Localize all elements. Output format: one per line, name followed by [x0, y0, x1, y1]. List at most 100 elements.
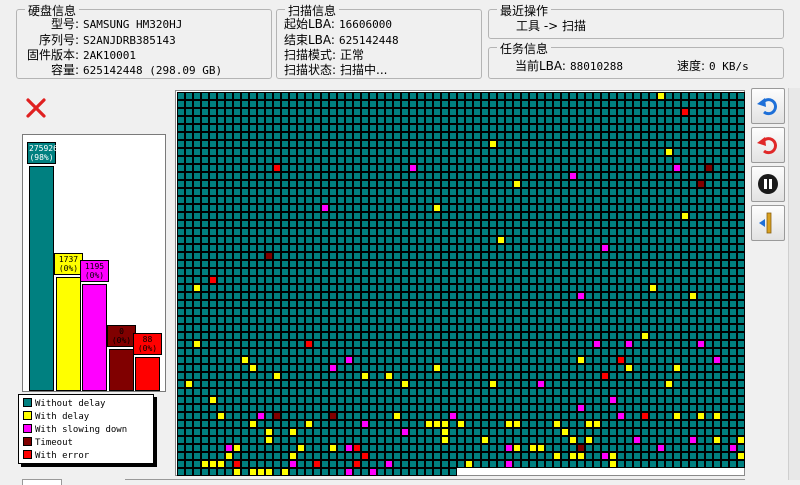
- block-cell: [489, 196, 497, 204]
- block-cell: [361, 356, 369, 364]
- block-cell: [601, 228, 609, 236]
- block-cell: [193, 412, 201, 420]
- block-cell: [657, 340, 665, 348]
- undo-button[interactable]: [751, 88, 785, 124]
- vertical-scrollbar[interactable]: [788, 88, 800, 480]
- block-cell: [681, 436, 689, 444]
- block-cell: [545, 316, 553, 324]
- bottom-tab[interactable]: [22, 479, 62, 485]
- block-cell: [201, 116, 209, 124]
- block-cell: [345, 380, 353, 388]
- block-cell: [537, 164, 545, 172]
- block-cell: [705, 92, 713, 100]
- block-cell: [625, 140, 633, 148]
- block-cell: [633, 228, 641, 236]
- block-cell: [369, 300, 377, 308]
- block-cell: [521, 140, 529, 148]
- block-cell: [361, 468, 369, 476]
- block-cell: [497, 196, 505, 204]
- block-cell: [481, 204, 489, 212]
- block-cell: [625, 260, 633, 268]
- legend-swatch: [23, 424, 32, 433]
- block-cell: [345, 156, 353, 164]
- block-cell: [313, 468, 321, 476]
- block-cell: [569, 444, 577, 452]
- block-cell: [201, 180, 209, 188]
- block-cell: [249, 348, 257, 356]
- block-cell: [217, 140, 225, 148]
- block-cell: [569, 132, 577, 140]
- split-button[interactable]: [751, 205, 785, 241]
- redo-button[interactable]: [751, 127, 785, 163]
- block-cell: [529, 364, 537, 372]
- block-cell: [361, 220, 369, 228]
- block-cell: [337, 412, 345, 420]
- close-button[interactable]: [24, 96, 48, 120]
- block-cell: [497, 236, 505, 244]
- block-cell: [473, 284, 481, 292]
- block-cell: [265, 404, 273, 412]
- block-cell: [353, 260, 361, 268]
- pause-button[interactable]: [751, 166, 785, 202]
- block-cell: [545, 132, 553, 140]
- block-cell: [441, 356, 449, 364]
- block-cell: [289, 420, 297, 428]
- recent-operation-group: 最近操作 工具 -> 扫描: [488, 2, 784, 39]
- block-cell: [529, 220, 537, 228]
- block-cell: [537, 268, 545, 276]
- block-cell: [281, 236, 289, 244]
- block-cell: [489, 220, 497, 228]
- block-cell: [305, 340, 313, 348]
- block-cell: [281, 108, 289, 116]
- block-cell: [577, 292, 585, 300]
- block-cell: [425, 380, 433, 388]
- block-cell: [481, 236, 489, 244]
- block-cell: [553, 228, 561, 236]
- block-cell: [473, 332, 481, 340]
- block-cell: [617, 92, 625, 100]
- block-cell: [489, 260, 497, 268]
- block-cell: [417, 412, 425, 420]
- block-cell: [393, 284, 401, 292]
- block-cell: [713, 156, 721, 164]
- block-cell: [665, 308, 673, 316]
- block-cell: [201, 444, 209, 452]
- block-cell: [241, 428, 249, 436]
- block-cell: [673, 364, 681, 372]
- block-cell: [721, 380, 729, 388]
- block-cell: [641, 188, 649, 196]
- block-cell: [273, 156, 281, 164]
- block-cell: [449, 212, 457, 220]
- block-cell: [489, 388, 497, 396]
- task-info-title: 任务信息: [497, 40, 552, 57]
- block-cell: [505, 284, 513, 292]
- block-cell: [337, 244, 345, 252]
- block-cell: [177, 172, 185, 180]
- block-cell: [697, 388, 705, 396]
- block-cell: [681, 300, 689, 308]
- block-cell: [289, 108, 297, 116]
- block-cell: [617, 340, 625, 348]
- block-cell: [433, 220, 441, 228]
- block-cell: [665, 404, 673, 412]
- block-cell: [273, 356, 281, 364]
- block-cell: [377, 348, 385, 356]
- block-cell: [321, 236, 329, 244]
- block-cell: [553, 180, 561, 188]
- block-cell: [473, 428, 481, 436]
- bar-label-with-delay: 1737 (0%): [54, 253, 83, 275]
- block-map[interactable]: [175, 90, 745, 476]
- block-cell: [681, 116, 689, 124]
- block-cell: [497, 156, 505, 164]
- block-cell: [353, 348, 361, 356]
- block-cell: [193, 276, 201, 284]
- block-cell: [489, 300, 497, 308]
- block-cell: [705, 268, 713, 276]
- block-cell: [345, 180, 353, 188]
- block-cell: [193, 348, 201, 356]
- block-cell: [289, 340, 297, 348]
- block-cell: [465, 420, 473, 428]
- block-cell: [329, 372, 337, 380]
- block-cell: [721, 284, 729, 292]
- block-cell: [505, 308, 513, 316]
